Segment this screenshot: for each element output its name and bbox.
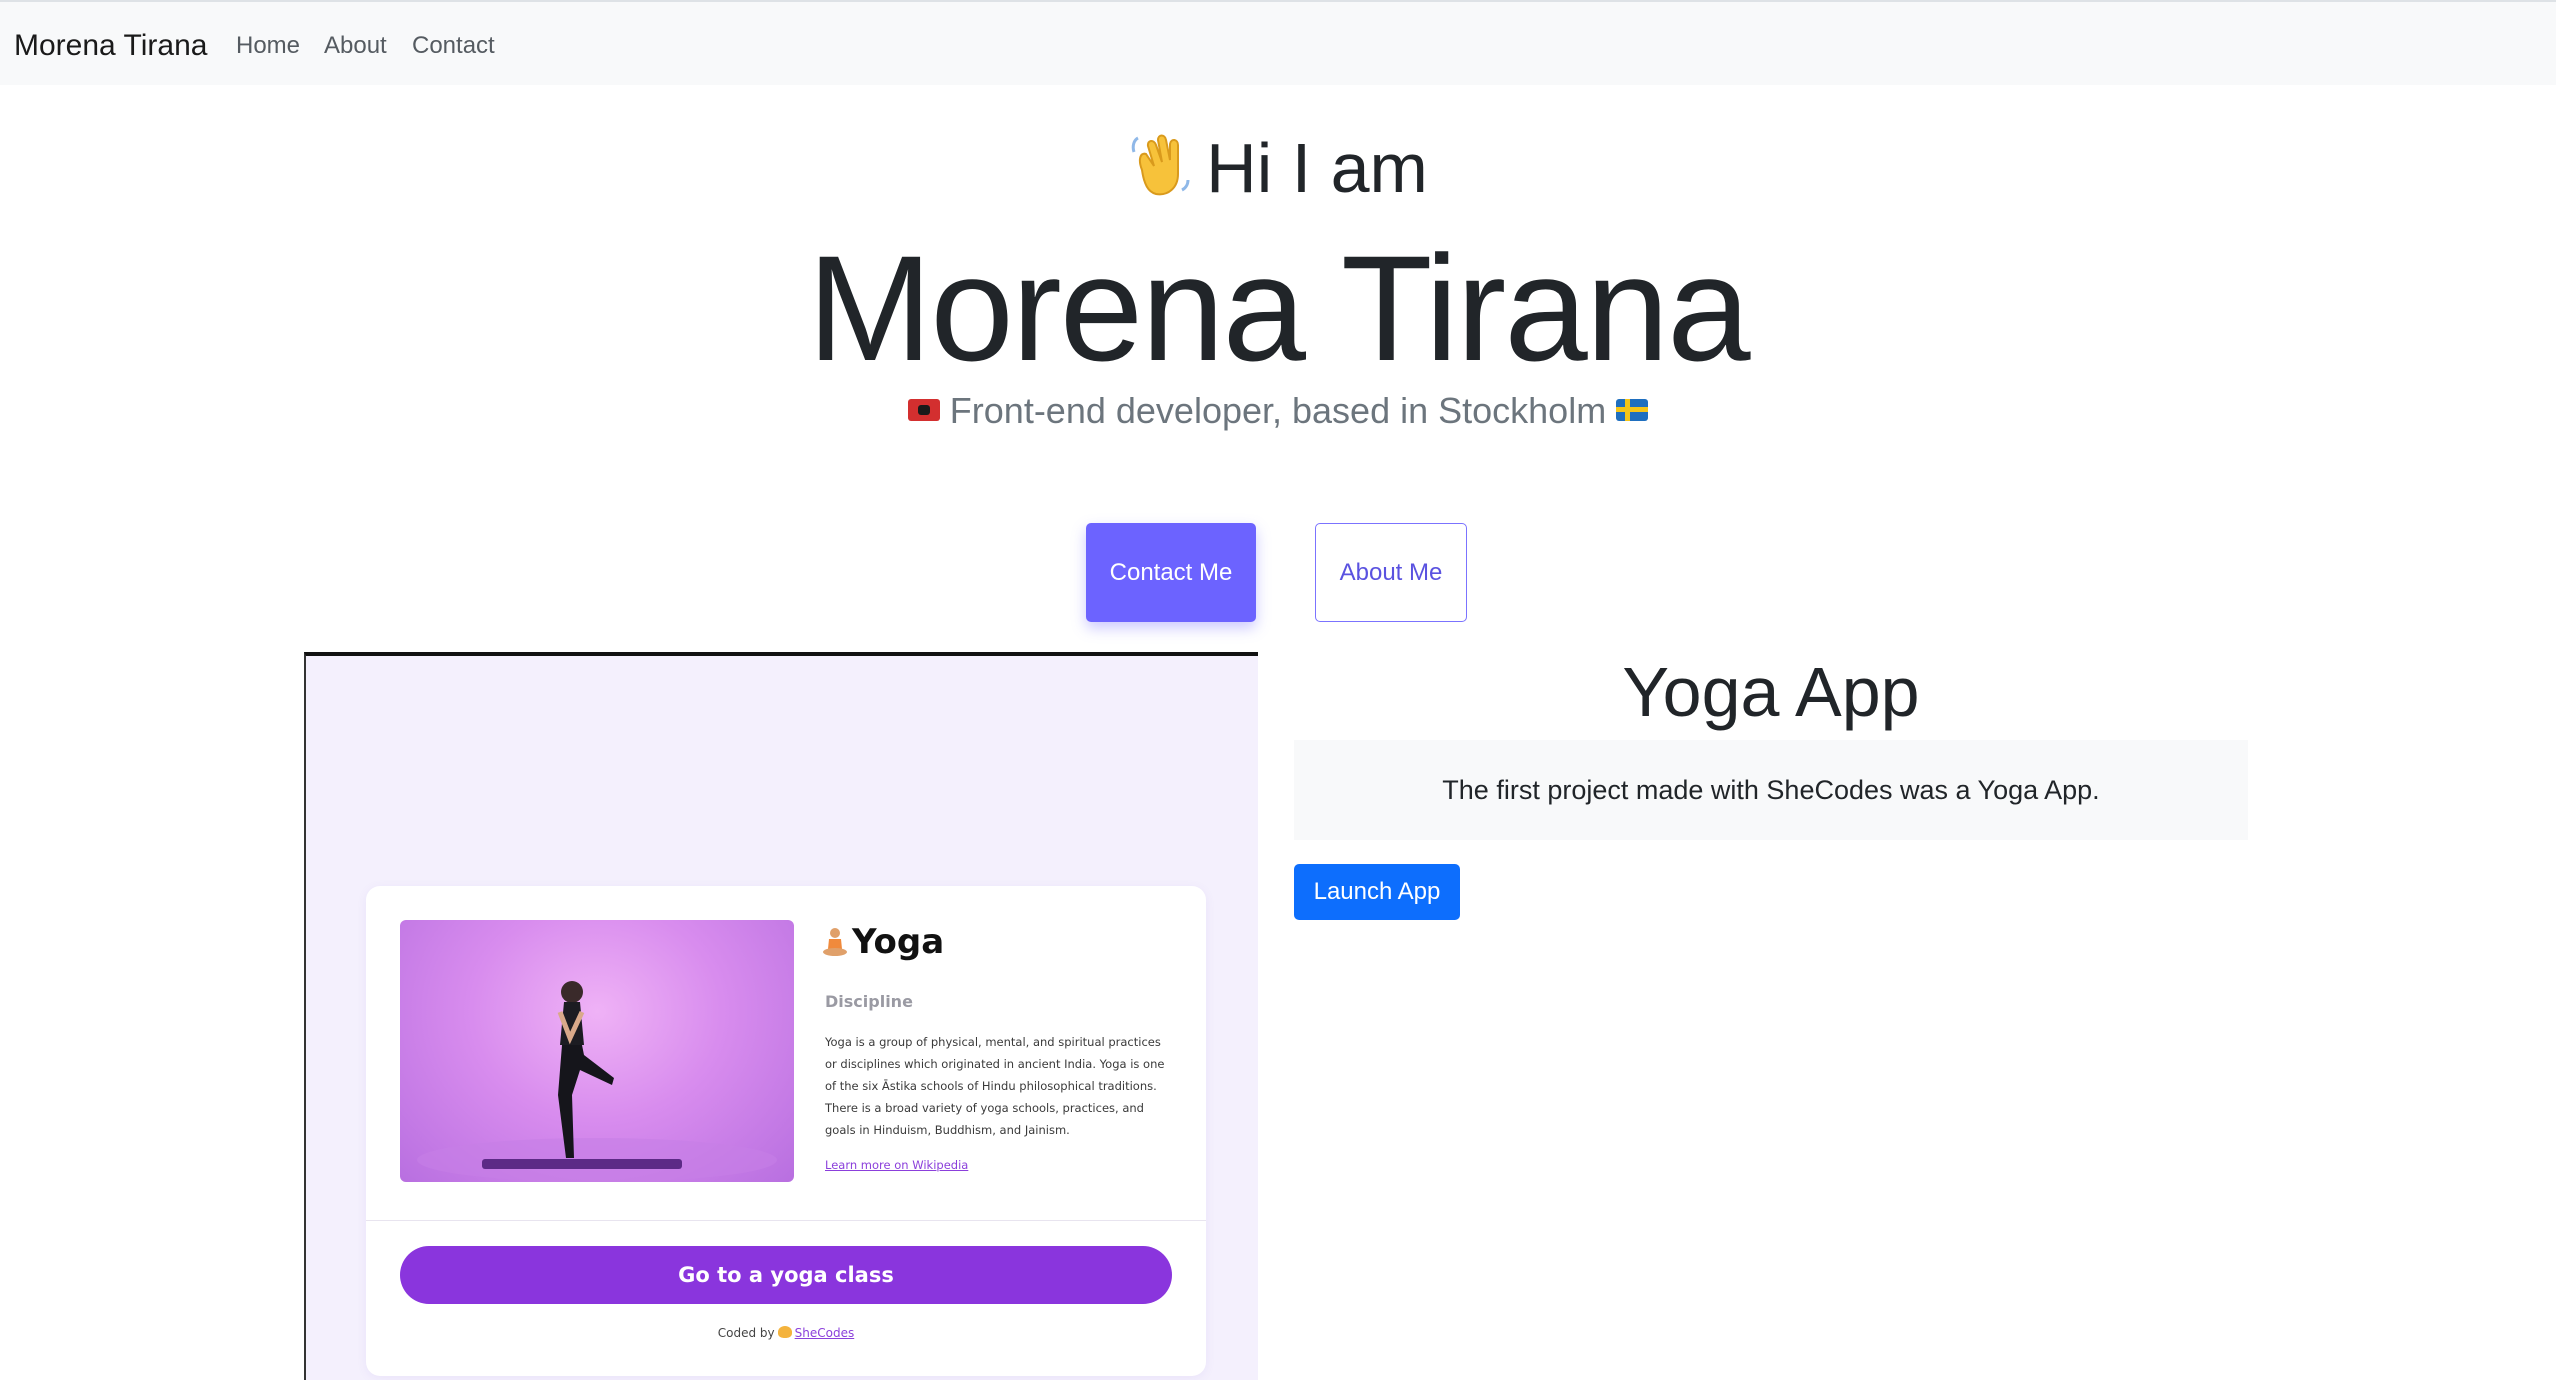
- hands-icon: [777, 1326, 792, 1338]
- lotus-position-icon: [823, 928, 847, 956]
- sweden-flag-icon: [1616, 399, 1649, 421]
- launch-app-button[interactable]: Launch App: [1294, 864, 1460, 920]
- waving-hand-icon: [1131, 134, 1190, 196]
- nav-link-about[interactable]: About: [324, 32, 387, 60]
- wikipedia-link[interactable]: Learn more on Wikipedia: [825, 1158, 968, 1172]
- yoga-title: Yoga: [822, 922, 944, 962]
- hero-intro: Hi I am: [0, 128, 2556, 208]
- shecodes-link[interactable]: SheCodes: [795, 1326, 855, 1340]
- project-description: The first project made with SheCodes was…: [1294, 740, 2248, 840]
- navbar: Morena Tirana Home About Contact: [0, 0, 2556, 85]
- contact-me-button[interactable]: Contact Me: [1086, 523, 1256, 622]
- nav-link-contact[interactable]: Contact: [412, 32, 495, 60]
- yoga-title-text: Yoga: [852, 922, 945, 962]
- project-title: Yoga App: [1622, 653, 1920, 731]
- yoga-label: Discipline: [825, 992, 913, 1011]
- project-screenshot: Yoga Discipline Yoga is a group of physi…: [304, 652, 1258, 1380]
- hero-subtitle: Front-end developer, based in Stockholm: [0, 390, 2556, 432]
- about-me-button[interactable]: About Me: [1315, 523, 1467, 622]
- hero-name: Morena Tirana: [807, 224, 1750, 392]
- hero-subtitle-text: Front-end developer, based in Stockholm: [949, 390, 1607, 431]
- yoga-card: Yoga Discipline Yoga is a group of physi…: [366, 886, 1206, 1376]
- yoga-description: Yoga is a group of physical, mental, and…: [825, 1035, 1165, 1137]
- footer-prefix: Coded by: [717, 1326, 775, 1340]
- yoga-pose-image: [400, 920, 794, 1182]
- albania-flag-icon: [907, 399, 940, 421]
- nav-link-home[interactable]: Home: [236, 32, 300, 60]
- yoga-class-button[interactable]: Go to a yoga class: [400, 1246, 1172, 1304]
- navbar-brand[interactable]: Morena Tirana: [14, 29, 207, 63]
- hero-intro-text: Hi I am: [1206, 129, 1428, 207]
- yoga-footer: Coded by SheCodes: [366, 1326, 1206, 1340]
- card-divider: [366, 1220, 1206, 1221]
